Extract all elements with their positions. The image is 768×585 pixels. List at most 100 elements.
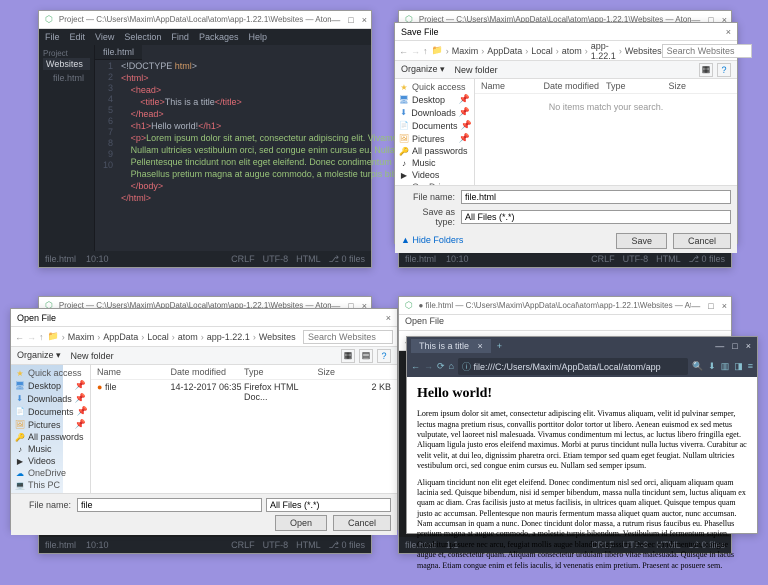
- search-icon[interactable]: 🔍: [692, 361, 703, 372]
- status-git[interactable]: ⎇ 0 files: [329, 540, 365, 551]
- tree-folder[interactable]: Websites: [43, 58, 90, 70]
- browser-tab[interactable]: This is a title ×: [411, 339, 491, 353]
- crumb[interactable]: Maxim: [68, 332, 95, 342]
- open-button[interactable]: Open: [275, 515, 327, 531]
- newfolder-button[interactable]: New folder: [455, 65, 498, 75]
- file-row[interactable]: ● file 14-12-2017 06:35 Firefox HTML Doc…: [91, 380, 397, 404]
- help-icon[interactable]: ?: [377, 349, 391, 363]
- fwd-icon[interactable]: →: [411, 46, 420, 56]
- side-thispc[interactable]: 💻This PC: [13, 479, 88, 491]
- dialog-titlebar[interactable]: Open File ×: [11, 309, 397, 327]
- organize-button[interactable]: Organize ▾: [17, 350, 61, 361]
- side-desktop[interactable]: 🖥Desktop📌: [13, 379, 88, 392]
- status-enc[interactable]: UTF-8: [263, 254, 289, 265]
- cancel-button[interactable]: Cancel: [673, 233, 731, 249]
- minimize-icon[interactable]: —: [691, 301, 700, 311]
- crumb[interactable]: Local: [531, 46, 553, 56]
- maximize-icon[interactable]: □: [732, 341, 737, 351]
- side-onedrive[interactable]: ☁OneDrive: [13, 467, 88, 479]
- editor-tab[interactable]: file.html: [95, 45, 142, 60]
- cancel-button[interactable]: Cancel: [333, 515, 391, 531]
- dialog-titlebar[interactable]: Save File ×: [395, 23, 737, 41]
- crumb[interactable]: Local: [147, 332, 169, 342]
- status-git[interactable]: ⎇ 0 files: [689, 254, 725, 265]
- newtab-icon[interactable]: +: [497, 341, 502, 351]
- status-crlf[interactable]: CRLF: [231, 540, 255, 551]
- menu-help[interactable]: Help: [248, 32, 267, 42]
- status-crlf[interactable]: CRLF: [591, 254, 615, 265]
- reload-icon[interactable]: ⟳: [437, 361, 445, 372]
- status-lang[interactable]: HTML: [656, 254, 681, 265]
- side-pictures[interactable]: 🖼Pictures📌: [13, 418, 88, 431]
- col-name[interactable]: Name: [481, 81, 544, 91]
- back-icon[interactable]: ←: [411, 361, 420, 371]
- type-select[interactable]: [461, 210, 731, 224]
- close-icon[interactable]: ×: [362, 15, 367, 25]
- side-videos[interactable]: ▶Videos: [13, 455, 88, 467]
- library-icon[interactable]: ▥: [721, 361, 730, 372]
- newfolder-button[interactable]: New folder: [71, 351, 114, 361]
- side-music[interactable]: ♪Music: [13, 443, 88, 455]
- up-icon[interactable]: ↑: [39, 332, 44, 342]
- sidebar-icon[interactable]: ◨: [734, 361, 743, 372]
- titlebar[interactable]: ⬡ ● file.html — C:\Users\Maxim\AppData\L…: [399, 297, 731, 315]
- status-git[interactable]: ⎇ 0 files: [329, 254, 365, 265]
- status-enc[interactable]: UTF-8: [263, 540, 289, 551]
- side-pictures[interactable]: 🖼Pictures📌: [397, 132, 472, 145]
- close-icon[interactable]: ×: [722, 301, 727, 311]
- col-type[interactable]: Type: [244, 367, 318, 377]
- back-icon[interactable]: ←: [399, 46, 408, 56]
- organize-button[interactable]: Organize ▾: [401, 64, 445, 75]
- fwd-icon[interactable]: →: [27, 332, 36, 342]
- home-icon[interactable]: ⌂: [449, 361, 454, 371]
- crumb[interactable]: app-1.22.1: [207, 332, 250, 342]
- crumb[interactable]: AppData: [103, 332, 138, 342]
- crumb[interactable]: atom: [562, 46, 582, 56]
- col-date[interactable]: Date modified: [171, 367, 245, 377]
- menu-selection[interactable]: Selection: [124, 32, 161, 42]
- quick-access[interactable]: ★Quick access: [13, 367, 88, 379]
- quick-access[interactable]: ★Quick access: [397, 81, 472, 93]
- hide-folders[interactable]: ▲ Hide Folders: [401, 233, 463, 247]
- side-music[interactable]: ♪Music: [397, 157, 472, 169]
- col-type[interactable]: Type: [606, 81, 669, 91]
- filename-input[interactable]: [77, 498, 262, 512]
- side-documents[interactable]: 📄Documents📌: [13, 405, 88, 418]
- col-size[interactable]: Size: [318, 367, 392, 377]
- titlebar[interactable]: ⬡ Project — C:\Users\Maxim\AppData\Local…: [39, 11, 371, 29]
- filename-input[interactable]: [461, 190, 731, 204]
- status-enc[interactable]: UTF-8: [623, 254, 649, 265]
- maximize-icon[interactable]: □: [708, 301, 713, 311]
- side-3dobjects[interactable]: ◳3D Objects: [13, 491, 88, 493]
- menu-icon[interactable]: ≡: [748, 361, 753, 372]
- menu-file[interactable]: File: [45, 32, 60, 42]
- save-button[interactable]: Save: [616, 233, 667, 249]
- crumb[interactable]: AppData: [487, 46, 522, 56]
- side-desktop[interactable]: 🖥Desktop📌: [397, 93, 472, 106]
- side-passwords[interactable]: 🔑All passwords: [397, 145, 472, 157]
- file-list[interactable]: NameDate modifiedTypeSize No items match…: [475, 79, 737, 185]
- side-documents[interactable]: 📄Documents📌: [397, 119, 472, 132]
- download-icon[interactable]: ⬇: [708, 361, 716, 372]
- close-icon[interactable]: ×: [386, 313, 391, 323]
- up-icon[interactable]: ↑: [423, 46, 428, 56]
- crumb[interactable]: atom: [178, 332, 198, 342]
- file-list[interactable]: NameDate modifiedTypeSize ● file 14-12-2…: [91, 365, 397, 493]
- search-input[interactable]: [303, 330, 393, 344]
- code[interactable]: <!DOCTYPE html> <html> <head> <title>Thi…: [121, 61, 424, 205]
- maximize-icon[interactable]: □: [348, 15, 353, 25]
- menu-packages[interactable]: Packages: [199, 32, 239, 42]
- crumb[interactable]: Websites: [259, 332, 296, 342]
- minimize-icon[interactable]: —: [715, 341, 724, 351]
- filter-select[interactable]: [266, 498, 391, 512]
- close-icon[interactable]: ×: [746, 341, 751, 351]
- view2-icon[interactable]: ▤: [359, 349, 373, 363]
- col-size[interactable]: Size: [669, 81, 732, 91]
- side-videos[interactable]: ▶Videos: [397, 169, 472, 181]
- status-crlf[interactable]: CRLF: [231, 254, 255, 265]
- menu-view[interactable]: View: [95, 32, 114, 42]
- side-passwords[interactable]: 🔑All passwords: [13, 431, 88, 443]
- minimize-icon[interactable]: —: [331, 15, 340, 25]
- crumb[interactable]: Websites: [625, 46, 662, 56]
- view-icon[interactable]: ▦: [699, 63, 713, 77]
